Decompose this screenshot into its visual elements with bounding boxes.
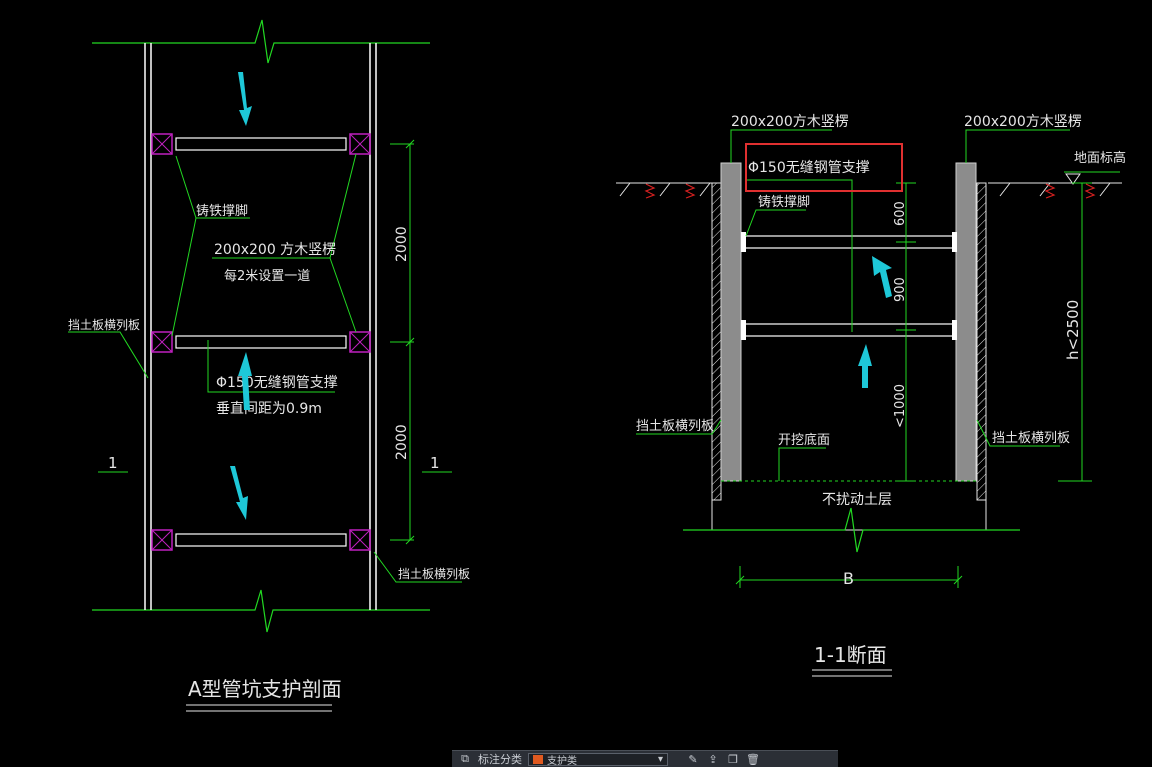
label-retaining-board-left: 挡土板横列板 <box>68 318 140 332</box>
dim-lower: 2000 <box>394 424 410 460</box>
section-mark-left: 1 <box>108 454 118 472</box>
pipe-strut-3 <box>151 529 371 551</box>
dim-900: 900 <box>893 277 908 302</box>
right-dimension-lines <box>735 182 1092 588</box>
label-post-interval: 每2米设置一道 <box>224 268 310 284</box>
pipe-strut-2 <box>151 331 371 353</box>
pipe-strut-1 <box>151 133 371 155</box>
label-vertical-spacing: 垂直间距为0.9m <box>216 400 322 417</box>
left-drawing: 铸铁撑脚 200x200 方木竖楞 每2米设置一道 挡土板横列板 Φ150无缝钢… <box>68 19 470 712</box>
export-icon[interactable]: ⇪ <box>706 753 720 766</box>
label-ground-level: 地面标高 <box>1074 150 1126 166</box>
section-mark-right: 1 <box>430 454 440 472</box>
dim-600: 600 <box>893 201 908 226</box>
layer-select-value: 支护类 <box>547 755 577 767</box>
layers-icon[interactable]: ⧉ <box>458 752 472 765</box>
dim-upper: 2000 <box>394 226 410 262</box>
delete-icon[interactable]: 🗑 <box>746 753 760 766</box>
chevron-down-icon: ▾ <box>657 753 663 765</box>
retaining-board-left <box>144 43 152 610</box>
label-retaining-board-bottom: 挡土板横列板 <box>398 567 470 581</box>
right-drawing: 200x200方木竖楞 200x200方木竖楞 Φ150无缝钢管支撑 地面标高 … <box>616 114 1126 677</box>
pipe-strut-lower <box>741 320 957 340</box>
left-dimension-line <box>390 139 415 545</box>
retaining-board-hatch-right <box>976 182 987 501</box>
left-leader-lines <box>68 153 462 583</box>
label-timber-post-left: 200x200方木竖楞 <box>731 114 849 130</box>
retaining-board-right <box>369 43 377 610</box>
ground-hatch-left <box>619 182 711 197</box>
pipe-strut-upper <box>741 232 957 252</box>
retaining-board-hatch-left <box>711 182 722 501</box>
label-undisturbed-soil: 不扰动土层 <box>822 492 892 508</box>
layer-category-label: 标注分类 <box>478 753 522 766</box>
cad-drawing-canvas[interactable]: 铸铁撑脚 200x200 方木竖楞 每2米设置一道 挡土板横列板 Φ150无缝钢… <box>0 0 1152 767</box>
label-retaining-board-left-right: 挡土板横列板 <box>636 419 714 434</box>
dim-1000: <1000 <box>893 384 908 428</box>
label-pipe-support-highlighted: Φ150无缝钢管支撑 <box>748 160 870 176</box>
timber-post-left <box>720 162 742 482</box>
edit-icon[interactable]: ✎ <box>686 753 700 766</box>
cyan-arrow-icon-right <box>858 256 892 388</box>
ground-hatch-right <box>999 182 1111 197</box>
label-pipe-support: Φ150无缝钢管支撑 <box>216 375 338 391</box>
right-drawing-title: 1-1断面 <box>814 643 887 667</box>
left-drawing-title: A型管坑支护剖面 <box>188 677 342 701</box>
top-break-line <box>92 19 430 64</box>
cyan-arrow-icon <box>230 72 252 520</box>
label-excavation-bottom: 开挖底面 <box>778 432 830 448</box>
label-retaining-board-right-right: 挡土板横列板 <box>992 431 1070 446</box>
label-timber-post-right: 200x200方木竖楞 <box>964 114 1082 130</box>
bottom-break-line <box>92 589 430 633</box>
label-timber-post: 200x200 方木竖楞 <box>214 242 336 258</box>
dim-h: h<2500 <box>1064 300 1082 360</box>
timber-post-right <box>955 162 977 482</box>
label-cast-iron-foot-right: 铸铁撑脚 <box>758 194 810 210</box>
label-cast-iron-foot: 铸铁撑脚 <box>196 203 248 219</box>
layer-color-swatch <box>533 754 543 764</box>
bottom-toolbar: ⧉ 标注分类 支护类 ▾ ✎ ⇪ ❐ 🗑 <box>452 750 838 767</box>
dim-width: B <box>843 569 854 588</box>
copy-icon[interactable]: ❐ <box>726 753 740 766</box>
layer-select[interactable]: 支护类 ▾ <box>528 752 668 767</box>
